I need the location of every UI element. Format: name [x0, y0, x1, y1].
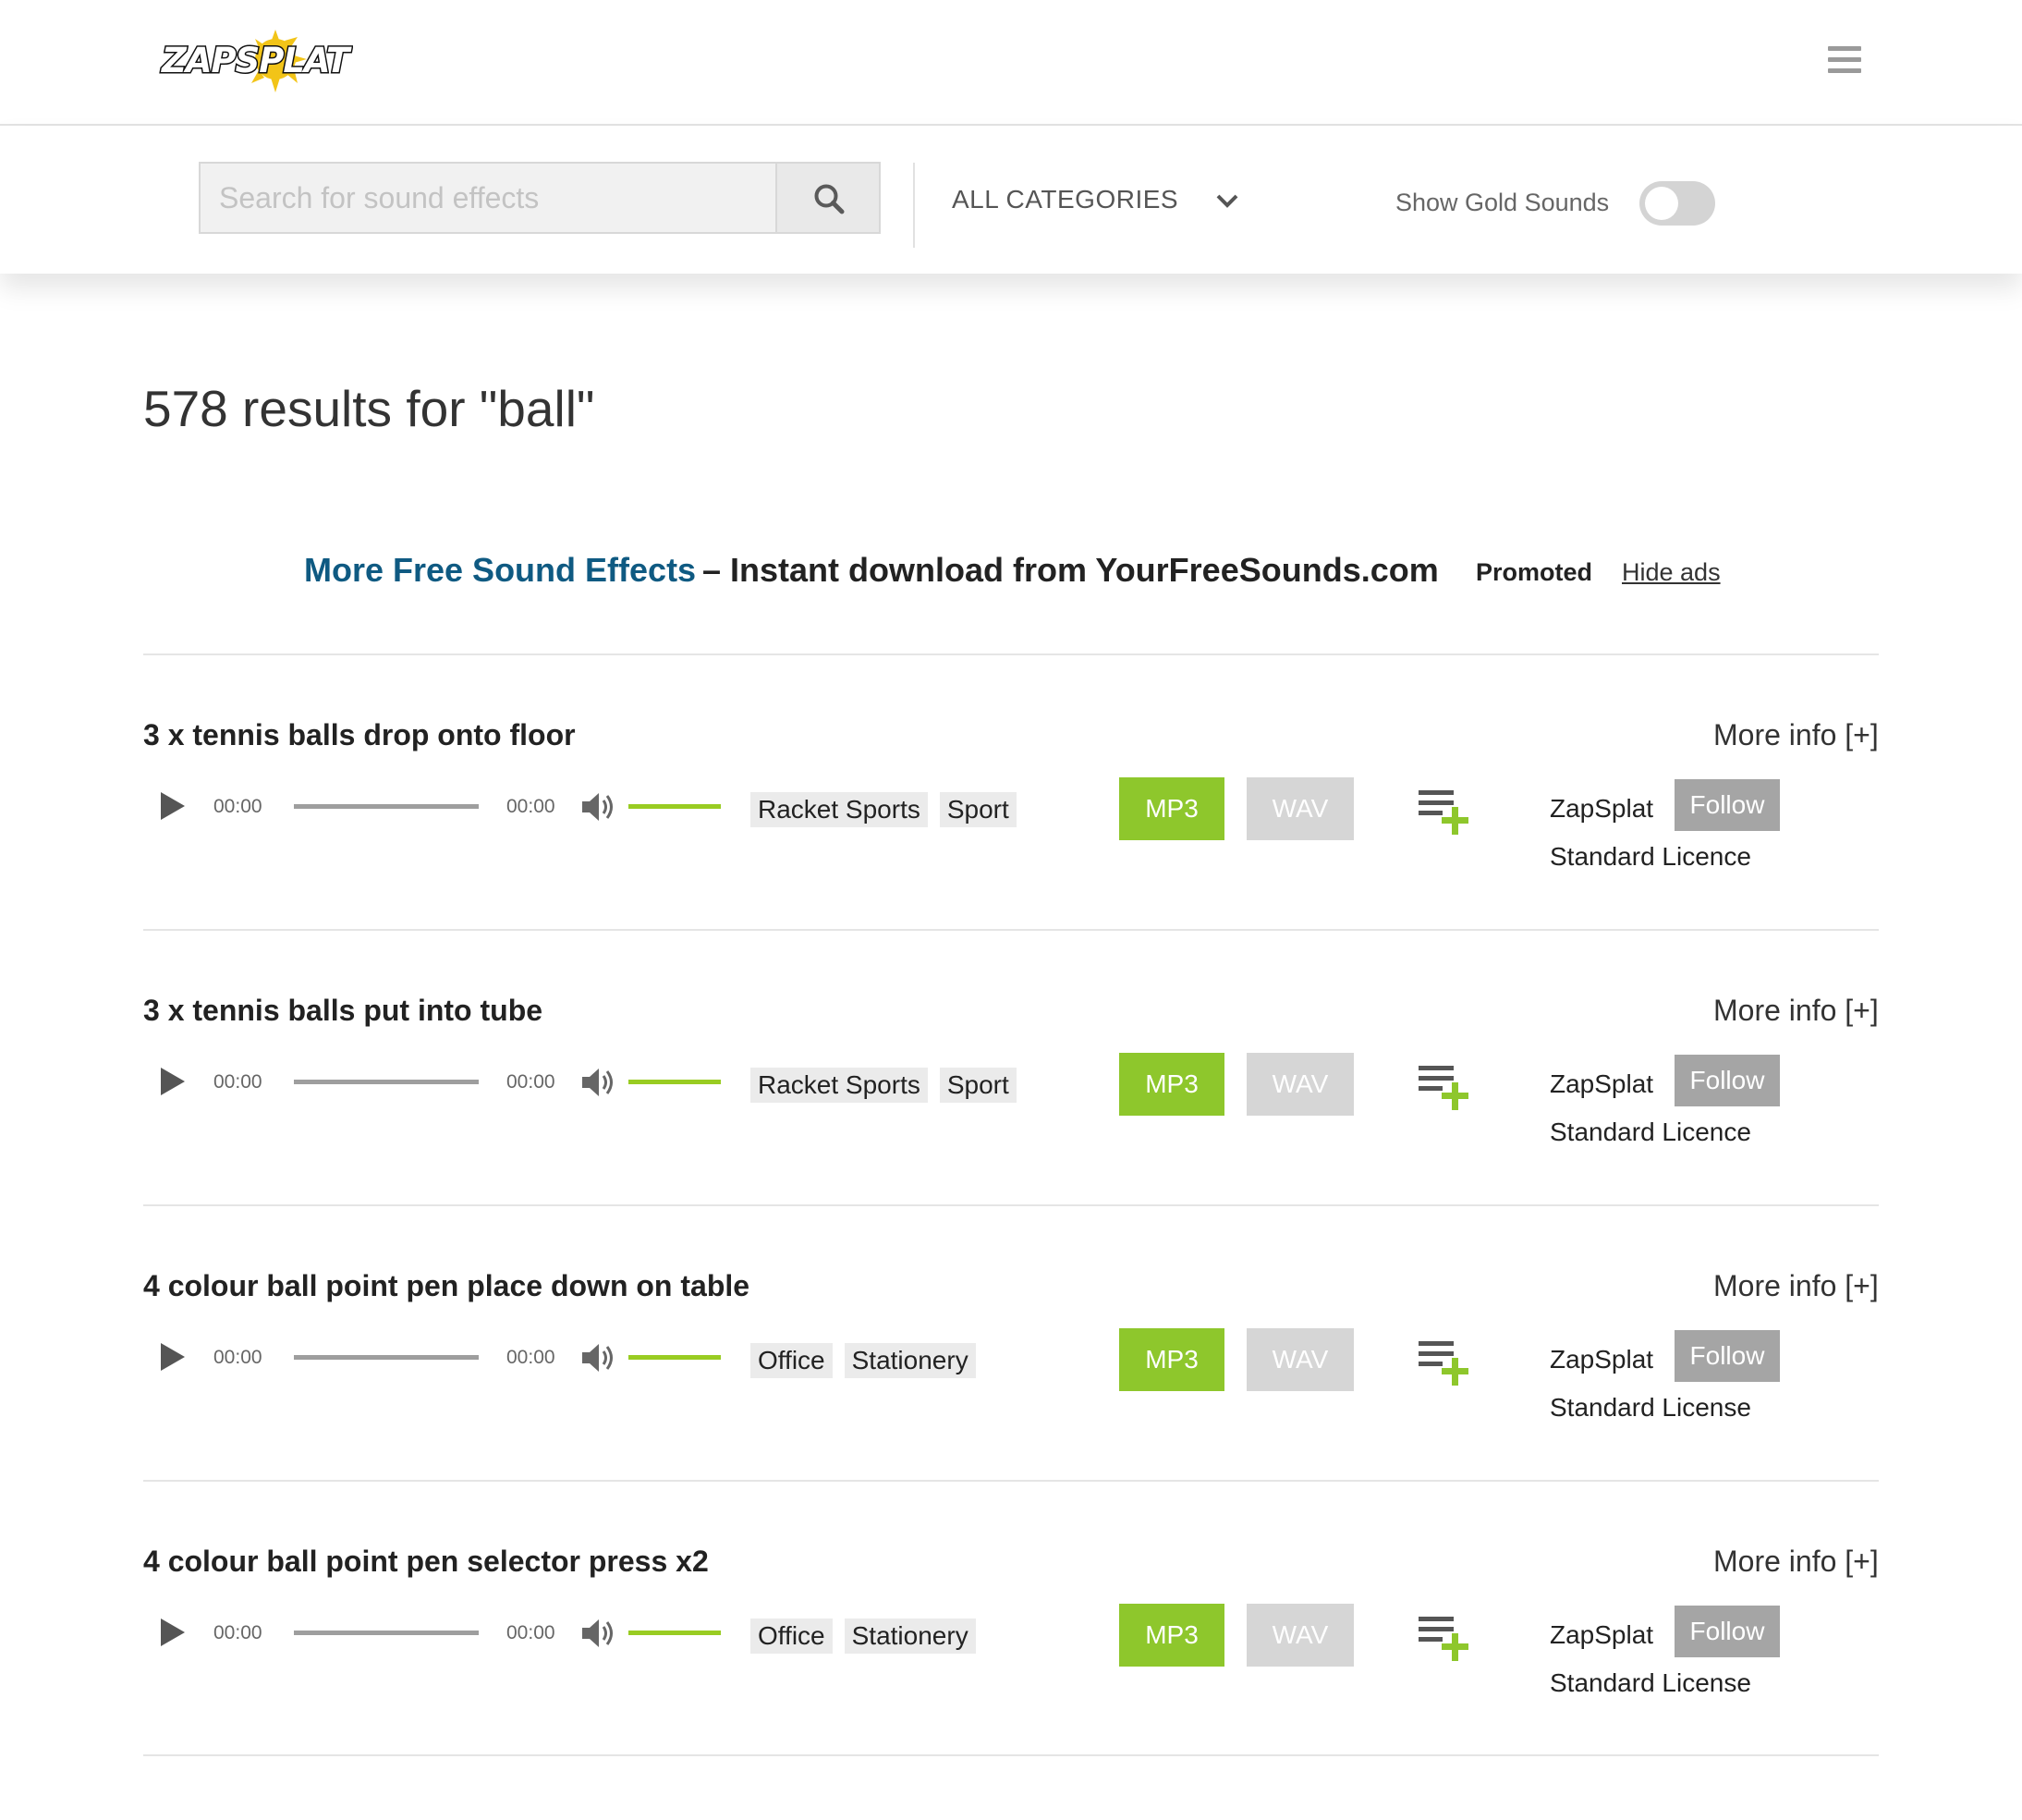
current-time: 00:00	[213, 1347, 262, 1368]
volume-icon[interactable]	[580, 1066, 617, 1099]
current-time: 00:00	[213, 1622, 262, 1643]
volume-slider[interactable]	[628, 1631, 721, 1635]
top-navigation-bar: ZAPSPLAT	[0, 0, 2022, 126]
sound-result: 4 colour ball point pen selector press x…	[0, 1545, 2022, 1820]
seek-bar[interactable]	[294, 804, 479, 809]
duration: 00:00	[506, 1622, 555, 1643]
more-info-link[interactable]: More info [+]	[1713, 718, 1879, 752]
playlist-add-icon[interactable]	[1417, 785, 1470, 840]
search-input[interactable]	[201, 164, 775, 232]
toggle-knob	[1645, 187, 1678, 220]
divider	[143, 1480, 1879, 1482]
download-mp3-button[interactable]: MP3	[1119, 1053, 1224, 1116]
category-tag[interactable]: Stationery	[844, 1343, 976, 1378]
tag-list: Office Stationery	[750, 1618, 988, 1655]
search-divider	[913, 163, 915, 248]
duration: 00:00	[506, 1347, 555, 1368]
licence-text[interactable]: Standard Licence	[1550, 1118, 1751, 1147]
author-name[interactable]: ZapSplat	[1550, 1620, 1653, 1650]
play-icon[interactable]	[159, 1066, 187, 1097]
follow-button[interactable]: Follow	[1675, 779, 1780, 831]
sound-result: 3 x tennis balls drop onto floor More in…	[0, 718, 2022, 994]
promoted-ad: More Free Sound Effects – Instant downlo…	[0, 551, 2022, 597]
download-mp3-button[interactable]: MP3	[1119, 777, 1224, 840]
download-mp3-button[interactable]: MP3	[1119, 1604, 1224, 1667]
hamburger-menu-icon[interactable]	[1828, 46, 1861, 76]
sound-title[interactable]: 4 colour ball point pen place down on ta…	[143, 1269, 749, 1303]
follow-button[interactable]: Follow	[1675, 1055, 1780, 1106]
divider	[143, 1204, 1879, 1206]
play-icon[interactable]	[159, 790, 187, 822]
licence-text[interactable]: Standard License	[1550, 1393, 1751, 1423]
duration: 00:00	[506, 796, 555, 817]
more-info-link[interactable]: More info [+]	[1713, 994, 1879, 1028]
sound-title[interactable]: 4 colour ball point pen selector press x…	[143, 1545, 709, 1579]
current-time: 00:00	[213, 796, 262, 817]
category-tag[interactable]: Stationery	[844, 1618, 976, 1654]
author-name[interactable]: ZapSplat	[1550, 1345, 1653, 1374]
promo-text: – Instant download from YourFreeSounds.c…	[702, 551, 1439, 589]
volume-slider[interactable]	[628, 1080, 721, 1084]
promo-link[interactable]: More Free Sound Effects	[304, 551, 696, 590]
category-tag[interactable]: Sport	[939, 792, 1017, 827]
download-mp3-button[interactable]: MP3	[1119, 1328, 1224, 1391]
volume-slider[interactable]	[628, 1355, 721, 1360]
volume-icon[interactable]	[580, 790, 617, 824]
category-dropdown[interactable]: ALL CATEGORIES	[952, 185, 1238, 222]
zapsplat-logo[interactable]: ZAPSPLAT	[159, 28, 355, 94]
logo-text: ZAPSPLAT	[161, 41, 352, 80]
tag-list: Office Stationery	[750, 1343, 988, 1380]
promoted-badge: Promoted	[1476, 558, 1593, 586]
sound-title[interactable]: 3 x tennis balls drop onto floor	[143, 718, 576, 752]
follow-button[interactable]: Follow	[1675, 1330, 1780, 1382]
category-tag[interactable]: Sport	[939, 1068, 1017, 1103]
seek-bar[interactable]	[294, 1080, 479, 1084]
licence-text[interactable]: Standard License	[1550, 1668, 1751, 1698]
download-wav-button[interactable]: WAV	[1247, 1328, 1354, 1391]
play-icon[interactable]	[159, 1617, 187, 1648]
search-box	[199, 162, 881, 234]
sound-result: 4 colour ball point pen place down on ta…	[0, 1269, 2022, 1545]
playlist-add-icon[interactable]	[1417, 1611, 1470, 1667]
search-bar-section: ALL CATEGORIES Show Gold Sounds	[0, 126, 2022, 274]
divider	[143, 929, 1879, 931]
more-info-link[interactable]: More info [+]	[1713, 1269, 1879, 1303]
category-tag[interactable]: Racket Sports	[750, 1068, 928, 1103]
volume-icon[interactable]	[580, 1341, 617, 1374]
category-tag[interactable]: Office	[750, 1343, 833, 1378]
results-heading: 578 results for "ball"	[143, 380, 595, 437]
search-icon	[814, 184, 845, 214]
hide-ads-link[interactable]: Hide ads	[1622, 558, 1721, 587]
duration: 00:00	[506, 1071, 555, 1093]
licence-text[interactable]: Standard Licence	[1550, 842, 1751, 872]
playlist-add-icon[interactable]	[1417, 1060, 1470, 1116]
author-name[interactable]: ZapSplat	[1550, 1069, 1653, 1099]
seek-bar[interactable]	[294, 1631, 479, 1635]
play-icon[interactable]	[159, 1341, 187, 1373]
playlist-add-icon[interactable]	[1417, 1336, 1470, 1391]
show-gold-sounds-label: Show Gold Sounds	[1395, 189, 1610, 216]
category-tag[interactable]: Office	[750, 1618, 833, 1654]
volume-slider[interactable]	[628, 804, 721, 809]
volume-icon[interactable]	[580, 1617, 617, 1650]
divider	[143, 653, 1879, 655]
current-time: 00:00	[213, 1071, 262, 1093]
show-gold-sounds-toggle[interactable]	[1639, 181, 1715, 226]
category-tag[interactable]: Racket Sports	[750, 792, 928, 827]
author-name[interactable]: ZapSplat	[1550, 794, 1653, 824]
download-wav-button[interactable]: WAV	[1247, 777, 1354, 840]
category-label: ALL CATEGORIES	[952, 185, 1179, 214]
sound-result: 3 x tennis balls put into tube More info…	[0, 994, 2022, 1269]
sound-title[interactable]: 3 x tennis balls put into tube	[143, 994, 542, 1028]
chevron-down-icon	[1216, 194, 1238, 208]
more-info-link[interactable]: More info [+]	[1713, 1545, 1879, 1579]
download-wav-button[interactable]: WAV	[1247, 1604, 1354, 1667]
divider	[143, 1754, 1879, 1756]
download-wav-button[interactable]: WAV	[1247, 1053, 1354, 1116]
tag-list: Racket Sports Sport	[750, 1068, 1029, 1105]
tag-list: Racket Sports Sport	[750, 792, 1029, 829]
follow-button[interactable]: Follow	[1675, 1606, 1780, 1657]
seek-bar[interactable]	[294, 1355, 479, 1360]
search-button[interactable]	[775, 164, 879, 232]
